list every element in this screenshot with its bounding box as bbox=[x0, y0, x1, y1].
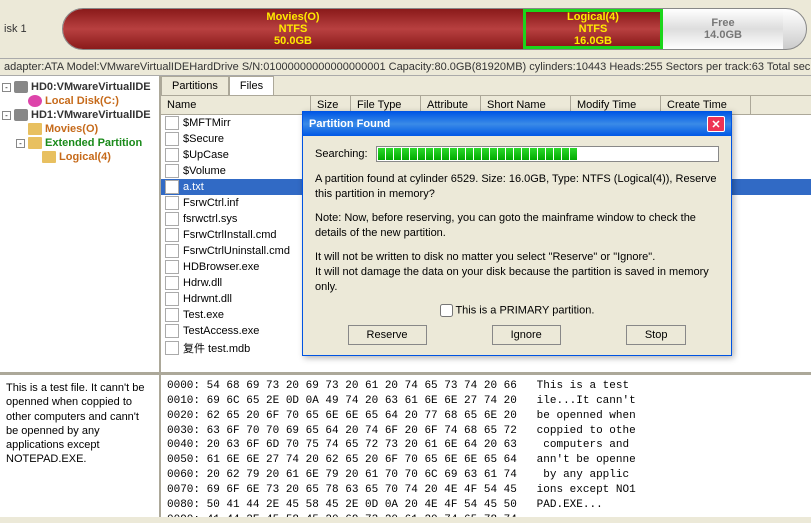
tree-label: HD0:VMwareVirtualIDE bbox=[31, 81, 151, 93]
searching-label: Searching: bbox=[315, 148, 368, 160]
drive-icon bbox=[28, 137, 42, 149]
file-icon bbox=[165, 196, 179, 210]
progress-bar bbox=[376, 146, 719, 162]
disk-label: isk 1 bbox=[4, 23, 54, 35]
file-icon bbox=[165, 228, 179, 242]
tree-node[interactable]: - Extended Partition bbox=[2, 136, 157, 150]
column-header[interactable]: Name bbox=[161, 96, 311, 114]
partition-segment-movies[interactable]: Movies(O) NTFS 50.0GB bbox=[63, 9, 523, 49]
dialog-title: Partition Found bbox=[309, 118, 390, 130]
file-name: FsrwCtrlInstall.cmd bbox=[183, 229, 313, 241]
drive-icon bbox=[42, 151, 56, 163]
file-icon bbox=[165, 116, 179, 130]
primary-label: This is a PRIMARY partition. bbox=[455, 304, 594, 316]
file-name: fsrwctrl.sys bbox=[183, 213, 313, 225]
tree-label: Local Disk(C:) bbox=[45, 95, 119, 107]
file-name: HDBrowser.exe bbox=[183, 261, 313, 273]
dialog-msg2: Note: Now, before reserving, you can got… bbox=[315, 211, 719, 242]
tree-label: Logical(4) bbox=[59, 151, 111, 163]
close-icon[interactable]: ✕ bbox=[707, 116, 725, 132]
partition-bar[interactable]: Movies(O) NTFS 50.0GB Logical(4) NTFS 16… bbox=[62, 8, 807, 50]
partition-segment-free[interactable]: Free 14.0GB bbox=[663, 9, 783, 49]
partition-found-dialog: Partition Found ✕ Searching: A partition… bbox=[302, 111, 732, 356]
file-icon bbox=[165, 276, 179, 290]
primary-checkbox[interactable] bbox=[440, 304, 453, 317]
tree-node[interactable]: Logical(4) bbox=[2, 150, 157, 164]
file-icon bbox=[165, 180, 179, 194]
tree-node[interactable]: Movies(O) bbox=[2, 122, 157, 136]
partition-segment-logical[interactable]: Logical(4) NTFS 16.0GB bbox=[523, 9, 663, 49]
ignore-button[interactable]: Ignore bbox=[492, 325, 561, 345]
tree-node[interactable]: - HD1:VMwareVirtualIDE bbox=[2, 108, 157, 122]
file-name: $UpCase bbox=[183, 149, 313, 161]
main-panel: Partitions Files NameSizeFile TypeAttrib… bbox=[161, 76, 811, 372]
file-name: $Volume bbox=[183, 165, 313, 177]
file-name: Test.exe bbox=[183, 309, 313, 321]
file-icon bbox=[165, 212, 179, 226]
file-icon bbox=[165, 341, 179, 355]
file-name: Hdrw.dll bbox=[183, 277, 313, 289]
file-icon bbox=[165, 244, 179, 258]
drive-icon bbox=[14, 81, 28, 93]
reserve-button[interactable]: Reserve bbox=[348, 325, 427, 345]
file-name: a.txt bbox=[183, 181, 313, 193]
dialog-msg1: A partition found at cylinder 6529. Size… bbox=[315, 172, 719, 203]
expand-icon[interactable]: - bbox=[16, 139, 25, 148]
tree-node[interactable]: Local Disk(C:) bbox=[2, 94, 157, 108]
file-name: FsrwCtrl.inf bbox=[183, 197, 313, 209]
tree-node[interactable]: - HD0:VMwareVirtualIDE bbox=[2, 80, 157, 94]
file-icon bbox=[165, 148, 179, 162]
tree-label: Extended Partition bbox=[45, 137, 142, 149]
tab-bar: Partitions Files bbox=[161, 76, 811, 96]
tab-files[interactable]: Files bbox=[229, 76, 274, 95]
file-name: $Secure bbox=[183, 133, 313, 145]
partition-bar-row: isk 1 Movies(O) NTFS 50.0GB Logical(4) N… bbox=[0, 0, 811, 58]
file-name: Hdrwnt.dll bbox=[183, 293, 313, 305]
file-icon bbox=[165, 324, 179, 338]
disk-tree[interactable]: - HD0:VMwareVirtualIDE Local Disk(C:) - HD1:… bbox=[0, 76, 161, 372]
file-icon bbox=[165, 132, 179, 146]
tree-label: HD1:VMwareVirtualIDE bbox=[31, 109, 151, 121]
tree-label: Movies(O) bbox=[45, 123, 98, 135]
drive-icon bbox=[14, 109, 28, 121]
file-name: FsrwCtrlUninstall.cmd bbox=[183, 245, 313, 257]
disk-info-line: adapter:ATA Model:VMwareVirtualIDEHardDr… bbox=[0, 58, 811, 76]
hex-pane[interactable]: 0000: 54 68 69 73 20 69 73 20 61 20 74 6… bbox=[161, 375, 811, 517]
file-icon bbox=[165, 308, 179, 322]
stop-button[interactable]: Stop bbox=[626, 325, 687, 345]
file-icon bbox=[165, 260, 179, 274]
drive-icon bbox=[28, 95, 42, 107]
dialog-msg3: It will not be written to disk no matter… bbox=[315, 250, 719, 265]
file-name: $MFTMirr bbox=[183, 117, 313, 129]
file-icon bbox=[165, 292, 179, 306]
preview-pane: This is a test file. It cann't be openne… bbox=[0, 375, 161, 517]
drive-icon bbox=[28, 123, 42, 135]
tab-partitions[interactable]: Partitions bbox=[161, 76, 229, 95]
dialog-msg4: It will not damage the data on your disk… bbox=[315, 265, 719, 296]
file-name: TestAccess.exe bbox=[183, 325, 313, 337]
dialog-titlebar[interactable]: Partition Found ✕ bbox=[303, 112, 731, 136]
expand-icon[interactable]: - bbox=[2, 111, 11, 120]
file-icon bbox=[165, 164, 179, 178]
expand-icon[interactable]: - bbox=[2, 83, 11, 92]
file-name: 复件 test.mdb bbox=[183, 340, 313, 356]
